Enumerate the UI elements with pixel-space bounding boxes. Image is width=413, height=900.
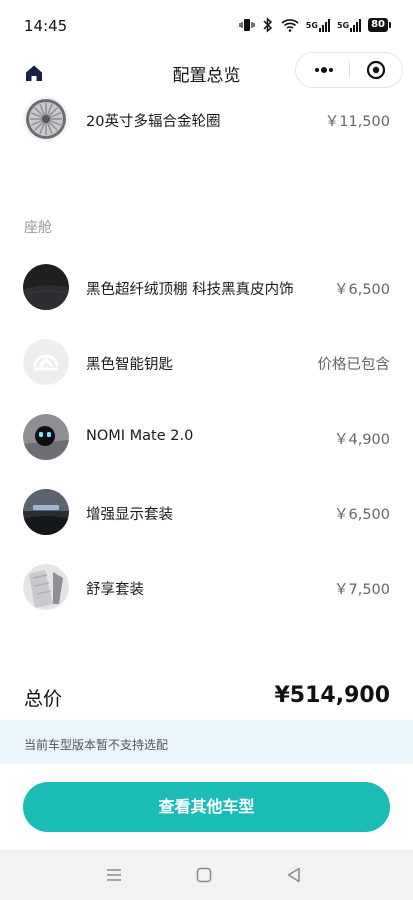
item-name: 黑色超纤绒顶棚 科技黑真皮内饰	[86, 282, 294, 298]
nomi-icon	[23, 414, 69, 460]
hud-icon	[23, 489, 69, 535]
item-price: ￥4,900	[333, 432, 390, 448]
item-name: 增强显示套装	[86, 507, 173, 523]
view-other-models-button[interactable]: 查看其他车型	[23, 782, 390, 832]
item-price: ￥6,500	[333, 282, 390, 298]
signal-icon: 5G	[306, 16, 330, 34]
notice-text: 当前车型版本暂不支持选配	[24, 738, 169, 752]
more-icon[interactable]	[312, 61, 336, 79]
system-nav-bar	[0, 850, 413, 900]
close-mini-program-icon[interactable]	[366, 60, 386, 80]
list-item-wheel[interactable]: 20英寸多辐合金轮圈 ￥11,500	[0, 96, 413, 144]
mini-program-capsule	[295, 52, 403, 88]
section-title-cabin: 座舱	[24, 220, 52, 236]
square-icon[interactable]	[194, 865, 214, 885]
list-item-key[interactable]: 黑色智能钥匙 价格已包含	[0, 339, 413, 387]
nav-bar: 配置总览	[0, 52, 413, 92]
item-price: ￥11,500	[324, 114, 390, 130]
ceiling-icon	[23, 264, 69, 310]
back-icon[interactable]	[284, 865, 304, 885]
key-icon	[23, 339, 69, 385]
total-value: ¥514,900	[274, 683, 390, 708]
battery-icon: 80	[368, 18, 391, 32]
signal-icon: 5G	[336, 16, 362, 34]
status-bar: 14:45 5G 5G 80	[0, 0, 413, 52]
item-name: 黑色智能钥匙	[86, 357, 173, 373]
bluetooth-icon	[262, 16, 274, 34]
signal-label-1: 5G	[305, 20, 318, 30]
item-name: 20英寸多辐合金轮圈	[86, 114, 221, 130]
list-item-interior[interactable]: 黑色超纤绒顶棚 科技黑真皮内饰 ￥6,500	[0, 264, 413, 312]
item-price: 价格已包含	[317, 357, 391, 373]
item-name: NOMI Mate 2.0	[86, 428, 194, 444]
seat-icon	[23, 564, 69, 610]
list-item-hud[interactable]: 增强显示套装 ￥6,500	[0, 489, 413, 537]
wheel-icon	[23, 96, 69, 142]
total-label: 总价	[24, 688, 63, 710]
wifi-icon	[281, 16, 299, 34]
battery-level: 80	[368, 18, 388, 32]
notice-banner: 当前车型版本暂不支持选配	[0, 720, 413, 764]
item-price: ￥7,500	[333, 582, 390, 598]
signal-label-2: 5G	[336, 20, 350, 30]
status-icons: 5G 5G 80	[239, 16, 391, 34]
list-item-nomi[interactable]: NOMI Mate 2.0 ￥4,900	[0, 414, 413, 462]
menu-icon[interactable]	[104, 865, 124, 885]
status-time: 14:45	[24, 17, 68, 35]
item-name: 舒享套装	[86, 582, 144, 598]
vibrate-icon	[239, 16, 255, 34]
item-price: ￥6,500	[333, 507, 390, 523]
list-item-comfort[interactable]: 舒享套装 ￥7,500	[0, 564, 413, 612]
capsule-divider	[349, 62, 350, 78]
